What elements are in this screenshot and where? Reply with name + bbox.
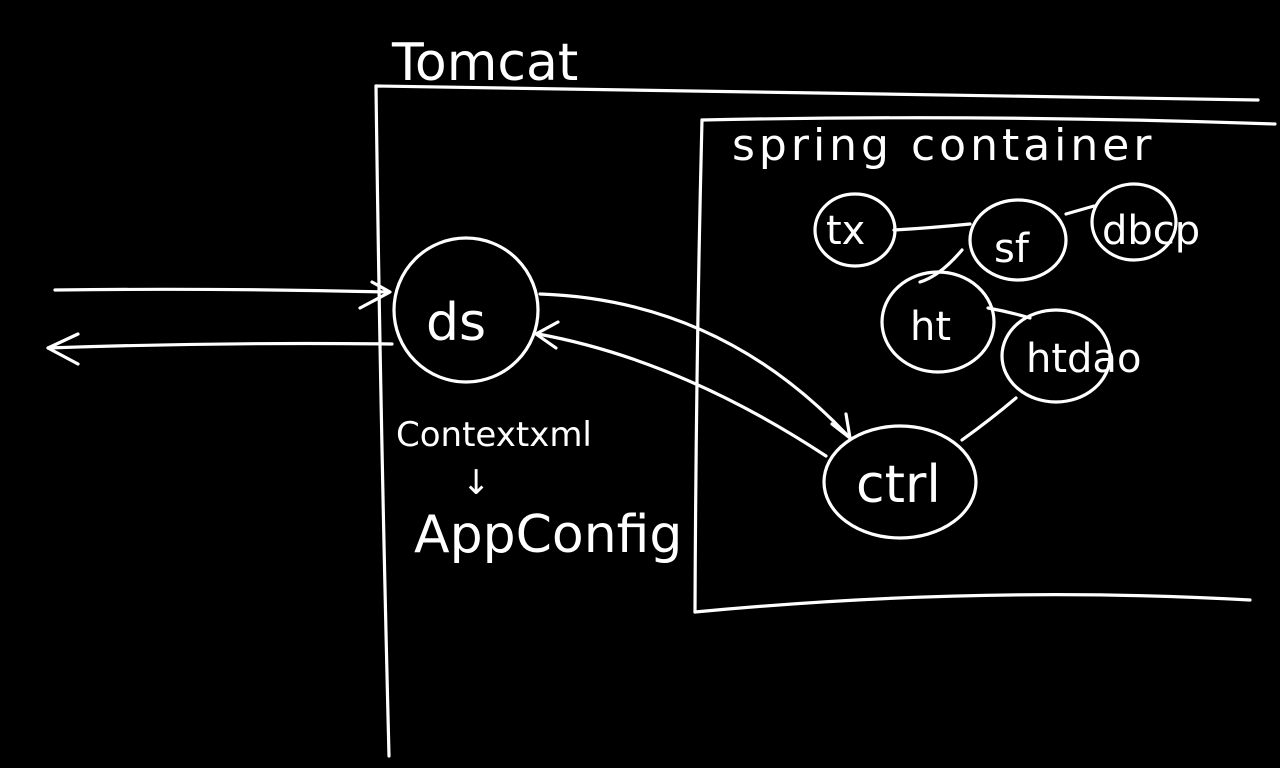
- spring-box-left-edge: [693, 118, 704, 614]
- sf-dbcp-connector: [1064, 204, 1096, 216]
- htdao-node-label: htdao: [1026, 336, 1141, 382]
- ds-to-ctrl-arrow-head: [830, 412, 852, 440]
- spring-box-bottom-edge: [693, 593, 1252, 614]
- tx-node-label: tx: [826, 208, 865, 254]
- htdao-ctrl-connector: [960, 396, 1018, 442]
- tomcat-box-left-edge: [374, 84, 391, 758]
- ctrl-node-label: ctrl: [856, 455, 941, 515]
- ht-node-label: ht: [910, 304, 951, 350]
- context-xml-label: Contextxml: [396, 415, 592, 455]
- sf-node-label: sf: [994, 226, 1030, 272]
- app-config-label: AppConfig: [414, 505, 682, 565]
- spring-container-label: spring container: [732, 120, 1155, 171]
- architecture-diagram: Tomcat spring container ds Contextxml ↓ …: [46, 33, 1277, 758]
- ds-node-label: ds: [426, 293, 486, 353]
- sf-ht-connector: [918, 248, 964, 284]
- incoming-arrow-head: [358, 280, 392, 310]
- down-arrow-symbol: ↓: [462, 463, 491, 503]
- tx-sf-connector: [892, 222, 972, 232]
- tomcat-box-top-edge: [374, 84, 1260, 102]
- incoming-request-arrow: [53, 287, 390, 294]
- tomcat-label: Tomcat: [391, 33, 578, 93]
- outgoing-response-arrow: [46, 341, 394, 350]
- dbcp-node-label: dbcp: [1102, 208, 1200, 254]
